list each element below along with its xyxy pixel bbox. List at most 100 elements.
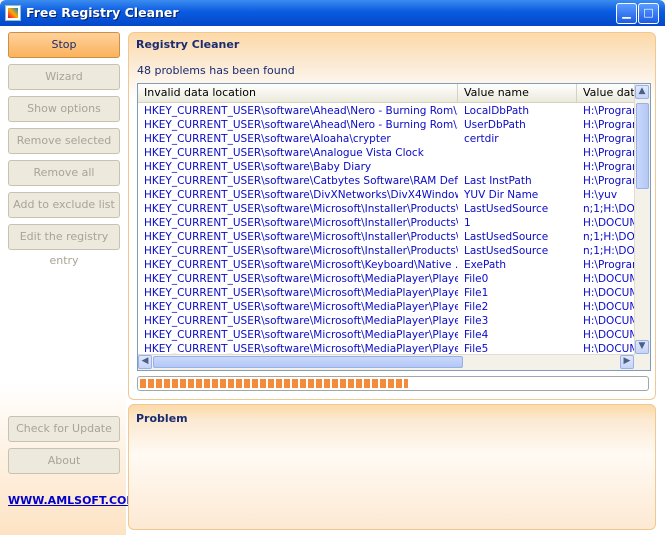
location-cell: HKEY_CURRENT_USER\software\Baby Diary <box>144 161 372 173</box>
scroll-right-icon[interactable]: ▶ <box>620 355 634 369</box>
table-row[interactable]: HKEY_CURRENT_USER\software\Baby Diary H:\… <box>138 160 638 174</box>
panel-title: Registry Cleaner <box>136 38 240 51</box>
value-data-cell: H:\Program <box>583 161 638 173</box>
location-cell: HKEY_CURRENT_USER\software\Microsoft\Med… <box>144 287 458 299</box>
value-data-cell: n;1;H:\DOC <box>583 231 638 243</box>
value-name-cell: YUV Dir Name <box>464 189 539 201</box>
value-data-cell: H:\DOCUM <box>583 329 638 341</box>
scroll-left-icon[interactable]: ◀ <box>138 355 152 369</box>
column-invalid-data-location[interactable]: Invalid data location <box>138 84 458 102</box>
table-row[interactable]: HKEY_CURRENT_USER\software\Ahead\Nero - … <box>138 104 638 118</box>
value-name-cell: File3 <box>464 315 489 327</box>
scroll-down-icon[interactable]: ▼ <box>635 340 649 354</box>
maximize-button[interactable]: □ <box>638 3 659 24</box>
vertical-scrollbar[interactable]: ▲ ▼ <box>634 84 650 370</box>
minimize-button[interactable]: ▁ <box>616 3 637 24</box>
scan-progress-bar <box>137 376 649 391</box>
sidebar: Stop Wizard Show options Remove selected… <box>0 26 137 535</box>
table-row[interactable]: HKEY_CURRENT_USER\software\Microsoft\Med… <box>138 328 638 342</box>
value-name-cell: File0 <box>464 273 489 285</box>
remove-all-button[interactable]: Remove all <box>8 160 120 186</box>
value-data-cell: H:\Program <box>583 119 638 131</box>
value-data-cell: H:\Program <box>583 105 638 117</box>
window-title: Free Registry Cleaner <box>26 5 179 20</box>
value-name-cell: File1 <box>464 287 489 299</box>
table-row[interactable]: HKEY_CURRENT_USER\software\Analogue Vist… <box>138 146 638 160</box>
location-cell: HKEY_CURRENT_USER\software\Ahead\Nero - … <box>144 105 458 117</box>
table-row[interactable]: HKEY_CURRENT_USER\software\Aloaha\crypte… <box>138 132 638 146</box>
wizard-button[interactable]: Wizard <box>8 64 120 90</box>
table-row[interactable]: HKEY_CURRENT_USER\software\Ahead\Nero - … <box>138 118 638 132</box>
value-data-cell: H:\DOCUM <box>583 217 638 229</box>
list-header: Invalid data location Value name Value d… <box>138 84 650 103</box>
location-cell: HKEY_CURRENT_USER\software\Microsoft\Ins… <box>144 245 458 257</box>
value-name-cell: File2 <box>464 301 489 313</box>
registry-cleaner-panel: Registry Cleaner 48 problems has been fo… <box>128 32 656 400</box>
table-row[interactable]: HKEY_CURRENT_USER\software\Microsoft\Key… <box>138 258 638 272</box>
website-link[interactable]: WWW.AMLSOFT.COM <box>8 494 137 507</box>
location-cell: HKEY_CURRENT_USER\software\Analogue Vist… <box>144 147 424 159</box>
title-bar[interactable]: Free Registry Cleaner ▁ □ <box>0 0 665 26</box>
table-row[interactable]: HKEY_CURRENT_USER\software\Microsoft\Med… <box>138 286 638 300</box>
show-options-button[interactable]: Show options <box>8 96 120 122</box>
add-to-exclude-list-button[interactable]: Add to exclude list <box>8 192 120 218</box>
problems-found-status: 48 problems has been found <box>137 64 295 77</box>
problem-panel: Problem <box>128 404 656 530</box>
value-data-cell: n;1;H:\DOC <box>583 203 638 215</box>
location-cell: HKEY_CURRENT_USER\software\Microsoft\Ins… <box>144 231 458 243</box>
table-row[interactable]: HKEY_CURRENT_USER\software\Microsoft\Ins… <box>138 244 638 258</box>
value-name-cell: 1 <box>464 217 471 229</box>
vertical-scroll-thumb[interactable] <box>636 103 649 189</box>
value-data-cell: H:\DOCUM <box>583 273 638 285</box>
location-cell: HKEY_CURRENT_USER\software\Microsoft\Key… <box>144 259 458 271</box>
location-cell: HKEY_CURRENT_USER\software\Microsoft\Ins… <box>144 203 458 215</box>
location-cell: HKEY_CURRENT_USER\software\Microsoft\Med… <box>144 273 458 285</box>
problem-title: Problem <box>136 412 188 425</box>
value-data-cell: n;1;H:\DOC <box>583 245 638 257</box>
location-cell: HKEY_CURRENT_USER\software\Microsoft\Ins… <box>144 217 458 229</box>
check-for-update-button[interactable]: Check for Update <box>8 416 120 442</box>
app-window: Free Registry Cleaner ▁ □ Stop Wizard Sh… <box>0 0 665 535</box>
location-cell: HKEY_CURRENT_USER\software\DivXNetworks\… <box>144 189 458 201</box>
value-data-cell: H:\DOCUM <box>583 315 638 327</box>
results-list[interactable]: Invalid data location Value name Value d… <box>137 83 651 371</box>
value-name-cell: LocalDbPath <box>464 105 530 117</box>
table-row[interactable]: HKEY_CURRENT_USER\software\Microsoft\Med… <box>138 314 638 328</box>
value-data-cell: H:\Program <box>583 175 638 187</box>
value-data-cell: H:\DOCUM <box>583 287 638 299</box>
value-name-cell: certdir <box>464 133 499 145</box>
location-cell: HKEY_CURRENT_USER\software\Ahead\Nero - … <box>144 119 458 131</box>
table-row[interactable]: HKEY_CURRENT_USER\software\Microsoft\Ins… <box>138 202 638 216</box>
about-button[interactable]: About <box>8 448 120 474</box>
remove-selected-button[interactable]: Remove selected <box>8 128 120 154</box>
horizontal-scroll-thumb[interactable] <box>153 356 463 368</box>
table-row[interactable]: HKEY_CURRENT_USER\software\Catbytes Soft… <box>138 174 638 188</box>
table-row[interactable]: HKEY_CURRENT_USER\software\Microsoft\Ins… <box>138 230 638 244</box>
location-cell: HKEY_CURRENT_USER\software\Microsoft\Med… <box>144 301 458 313</box>
value-name-cell: ExePath <box>464 259 507 271</box>
value-name-cell: Last InstPath <box>464 175 532 187</box>
value-data-cell: H:\Program <box>583 133 638 145</box>
column-value-name[interactable]: Value name <box>458 84 577 102</box>
value-name-cell: File4 <box>464 329 489 341</box>
location-cell: HKEY_CURRENT_USER\software\Aloaha\crypte… <box>144 133 391 145</box>
value-data-cell: H:\Program <box>583 147 638 159</box>
horizontal-scrollbar[interactable]: ◀ ▶ <box>138 354 635 370</box>
location-cell: HKEY_CURRENT_USER\software\Microsoft\Med… <box>144 329 458 341</box>
app-icon <box>5 5 21 21</box>
value-data-cell: H:\Program <box>583 259 638 271</box>
table-row[interactable]: HKEY_CURRENT_USER\software\Microsoft\Med… <box>138 272 638 286</box>
table-row[interactable]: HKEY_CURRENT_USER\software\Microsoft\Med… <box>138 300 638 314</box>
stop-button[interactable]: Stop <box>8 32 120 58</box>
table-row[interactable]: HKEY_CURRENT_USER\software\DivXNetworks\… <box>138 188 636 202</box>
table-row[interactable]: HKEY_CURRENT_USER\software\Microsoft\Ins… <box>138 216 638 230</box>
location-cell: HKEY_CURRENT_USER\software\Microsoft\Med… <box>144 315 458 327</box>
value-name-cell: UserDbPath <box>464 119 526 131</box>
value-data-cell: H:\DOCUM <box>583 301 638 313</box>
value-name-cell: LastUsedSource <box>464 231 549 243</box>
value-name-cell: LastUsedSource <box>464 203 549 215</box>
progress-fill <box>140 379 408 388</box>
edit-registry-entry-button[interactable]: Edit the registry entry <box>8 224 120 267</box>
value-name-cell: LastUsedSource <box>464 245 549 257</box>
scroll-up-icon[interactable]: ▲ <box>635 85 649 99</box>
